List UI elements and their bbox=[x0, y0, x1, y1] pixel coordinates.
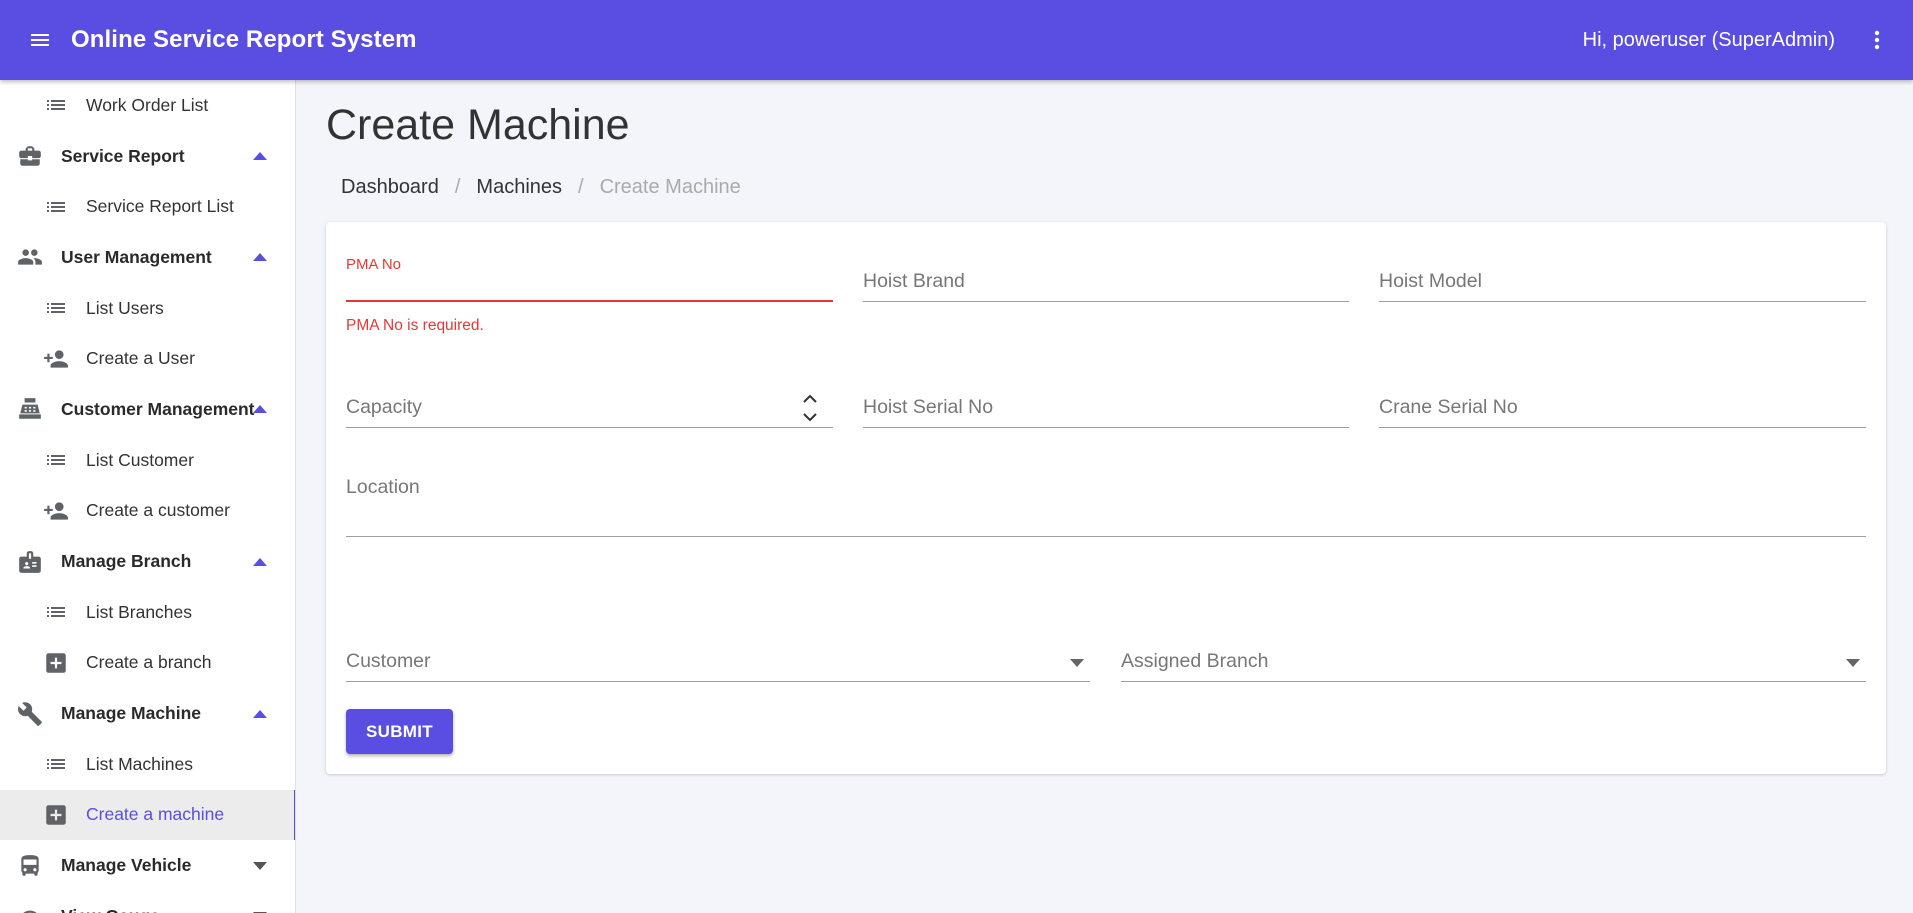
crane-serial-no-label: Crane Serial No bbox=[1379, 396, 1518, 418]
breadcrumb-current: Create Machine bbox=[599, 176, 741, 198]
sidebar: Work Order List Service Report Service Rep… bbox=[0, 80, 296, 913]
menu-button[interactable] bbox=[20, 20, 60, 60]
dropdown-arrow-icon bbox=[1846, 659, 1860, 667]
hoist-serial-no-field[interactable]: Hoist Serial No bbox=[863, 372, 1349, 428]
sidebar-item-list-branches[interactable]: List Branches bbox=[0, 587, 295, 638]
sidebar-item-label: Create a machine bbox=[86, 804, 225, 825]
sidebar-item-label: Create a customer bbox=[86, 500, 230, 521]
add-box-icon bbox=[42, 649, 70, 677]
sidebar-item-label: Manage Branch bbox=[61, 551, 192, 572]
sidebar-item-label: Create a User bbox=[86, 348, 195, 369]
sidebar-item-list-machines[interactable]: List Machines bbox=[0, 739, 295, 790]
capacity-label: Capacity bbox=[346, 396, 422, 418]
sidebar-item-work-order-list[interactable]: Work Order List bbox=[0, 80, 295, 131]
expand-less-icon bbox=[253, 709, 267, 718]
wrench-icon bbox=[16, 700, 44, 728]
hoist-serial-no-label: Hoist Serial No bbox=[863, 396, 994, 418]
sidebar-item-label: List Branches bbox=[86, 601, 193, 622]
list-icon bbox=[42, 750, 70, 778]
sidebar-item-create-a-user[interactable]: Create a User bbox=[0, 333, 295, 384]
sidebar-item-label: Manage Machine bbox=[61, 703, 202, 724]
people-icon bbox=[16, 243, 44, 271]
sidebar-item-list-customer[interactable]: List Customer bbox=[0, 435, 295, 486]
breadcrumb-separator: / bbox=[578, 176, 584, 198]
gauge-icon bbox=[16, 902, 44, 913]
sidebar-item-label: Service Report List bbox=[86, 196, 234, 217]
sidebar-group-service-report[interactable]: Service Report bbox=[0, 131, 295, 182]
sidebar-item-label: Customer Management bbox=[61, 398, 255, 419]
submit-button[interactable]: SUBMIT bbox=[346, 709, 453, 754]
breadcrumb-machines-link[interactable]: Machines bbox=[476, 176, 562, 199]
hoist-model-label: Hoist Model bbox=[1379, 270, 1482, 292]
sidebar-item-label: Service Report bbox=[61, 145, 185, 166]
add-box-icon bbox=[42, 801, 70, 829]
sidebar-item-label: Manage Vehicle bbox=[61, 855, 192, 876]
page-title: Create Machine bbox=[326, 101, 630, 149]
create-machine-form: PMA No PMA No is required. Hoist Brand H… bbox=[326, 222, 1886, 774]
sidebar-item-label: Work Order List bbox=[86, 94, 209, 115]
person-add-icon bbox=[42, 497, 70, 525]
bus-icon bbox=[16, 852, 44, 880]
sidebar-item-label: List Users bbox=[86, 297, 164, 318]
sidebar-item-list-users[interactable]: List Users bbox=[0, 283, 295, 334]
app-bar: Online Service Report System Hi, powerus… bbox=[0, 0, 1913, 80]
sidebar-nav-list: Work Order List Service Report Service Rep… bbox=[0, 80, 295, 913]
sidebar-item-label: List Customer bbox=[86, 449, 194, 470]
sidebar-item-label: User Management bbox=[61, 246, 212, 267]
sidebar-item-create-a-branch[interactable]: Create a branch bbox=[0, 638, 295, 689]
expand-less-icon bbox=[253, 557, 267, 566]
assigned-branch-label: Assigned Branch bbox=[1121, 650, 1269, 672]
expand-less-icon bbox=[253, 405, 267, 414]
sidebar-item-create-a-customer[interactable]: Create a customer bbox=[0, 486, 295, 537]
location-label: Location bbox=[346, 476, 420, 498]
hoist-brand-field[interactable]: Hoist Brand bbox=[863, 246, 1349, 302]
sidebar-item-label: View Gauge bbox=[61, 906, 160, 913]
location-field[interactable]: Location bbox=[346, 462, 1866, 537]
expand-more-icon bbox=[253, 861, 267, 870]
hoist-brand-label: Hoist Brand bbox=[863, 270, 965, 292]
sidebar-item-create-a-machine[interactable]: Create a machine bbox=[0, 789, 295, 841]
expand-less-icon bbox=[253, 253, 267, 262]
sidebar-group-view-gauge[interactable]: View Gauge bbox=[0, 891, 295, 913]
sidebar-item-label: Create a branch bbox=[86, 652, 212, 673]
list-icon bbox=[42, 193, 70, 221]
dropdown-arrow-icon bbox=[1070, 659, 1084, 667]
list-icon bbox=[42, 91, 70, 119]
sidebar-group-user-management[interactable]: User Management bbox=[0, 232, 295, 283]
assigned-branch-select[interactable]: Assigned Branch bbox=[1121, 626, 1866, 682]
hoist-model-field[interactable]: Hoist Model bbox=[1379, 246, 1866, 302]
person-add-icon bbox=[42, 345, 70, 373]
main-content: Create Machine Dashboard / Machines / Cr… bbox=[297, 80, 1913, 913]
sidebar-group-manage-branch[interactable]: Manage Branch bbox=[0, 536, 295, 587]
crane-serial-no-field[interactable]: Crane Serial No bbox=[1379, 372, 1866, 428]
pma-no-error: PMA No is required. bbox=[346, 317, 484, 334]
customer-select[interactable]: Customer bbox=[346, 626, 1090, 682]
list-icon bbox=[42, 446, 70, 474]
user-greeting: Hi, poweruser (SuperAdmin) bbox=[1582, 28, 1835, 51]
more-options-button[interactable] bbox=[1857, 20, 1897, 60]
pma-no-field[interactable]: PMA No bbox=[346, 246, 833, 302]
hamburger-menu-icon bbox=[31, 34, 49, 46]
customer-label: Customer bbox=[346, 650, 431, 672]
sidebar-group-customer-management[interactable]: Customer Management bbox=[0, 384, 295, 435]
cash-register-icon bbox=[16, 395, 44, 423]
pma-no-label: PMA No bbox=[346, 256, 402, 273]
breadcrumb-dashboard-link[interactable]: Dashboard bbox=[341, 176, 439, 199]
breadcrumb-separator: / bbox=[454, 176, 461, 198]
briefcase-icon bbox=[16, 142, 44, 170]
capacity-field[interactable]: Capacity bbox=[346, 372, 833, 428]
list-icon bbox=[42, 294, 70, 322]
badge-icon bbox=[16, 548, 44, 576]
expand-less-icon bbox=[253, 152, 267, 161]
sidebar-item-label: List Machines bbox=[86, 753, 193, 774]
list-icon bbox=[42, 598, 70, 626]
sidebar-group-manage-machine[interactable]: Manage Machine bbox=[0, 688, 295, 739]
more-vert-icon bbox=[1874, 30, 1880, 50]
sidebar-item-service-report-list[interactable]: Service Report List bbox=[0, 181, 295, 232]
number-stepper-icon[interactable] bbox=[801, 391, 819, 425]
sidebar-group-manage-vehicle[interactable]: Manage Vehicle bbox=[0, 840, 295, 891]
breadcrumb: Dashboard / Machines / Create Machine bbox=[341, 176, 741, 199]
app-title: Online Service Report System bbox=[71, 26, 417, 53]
